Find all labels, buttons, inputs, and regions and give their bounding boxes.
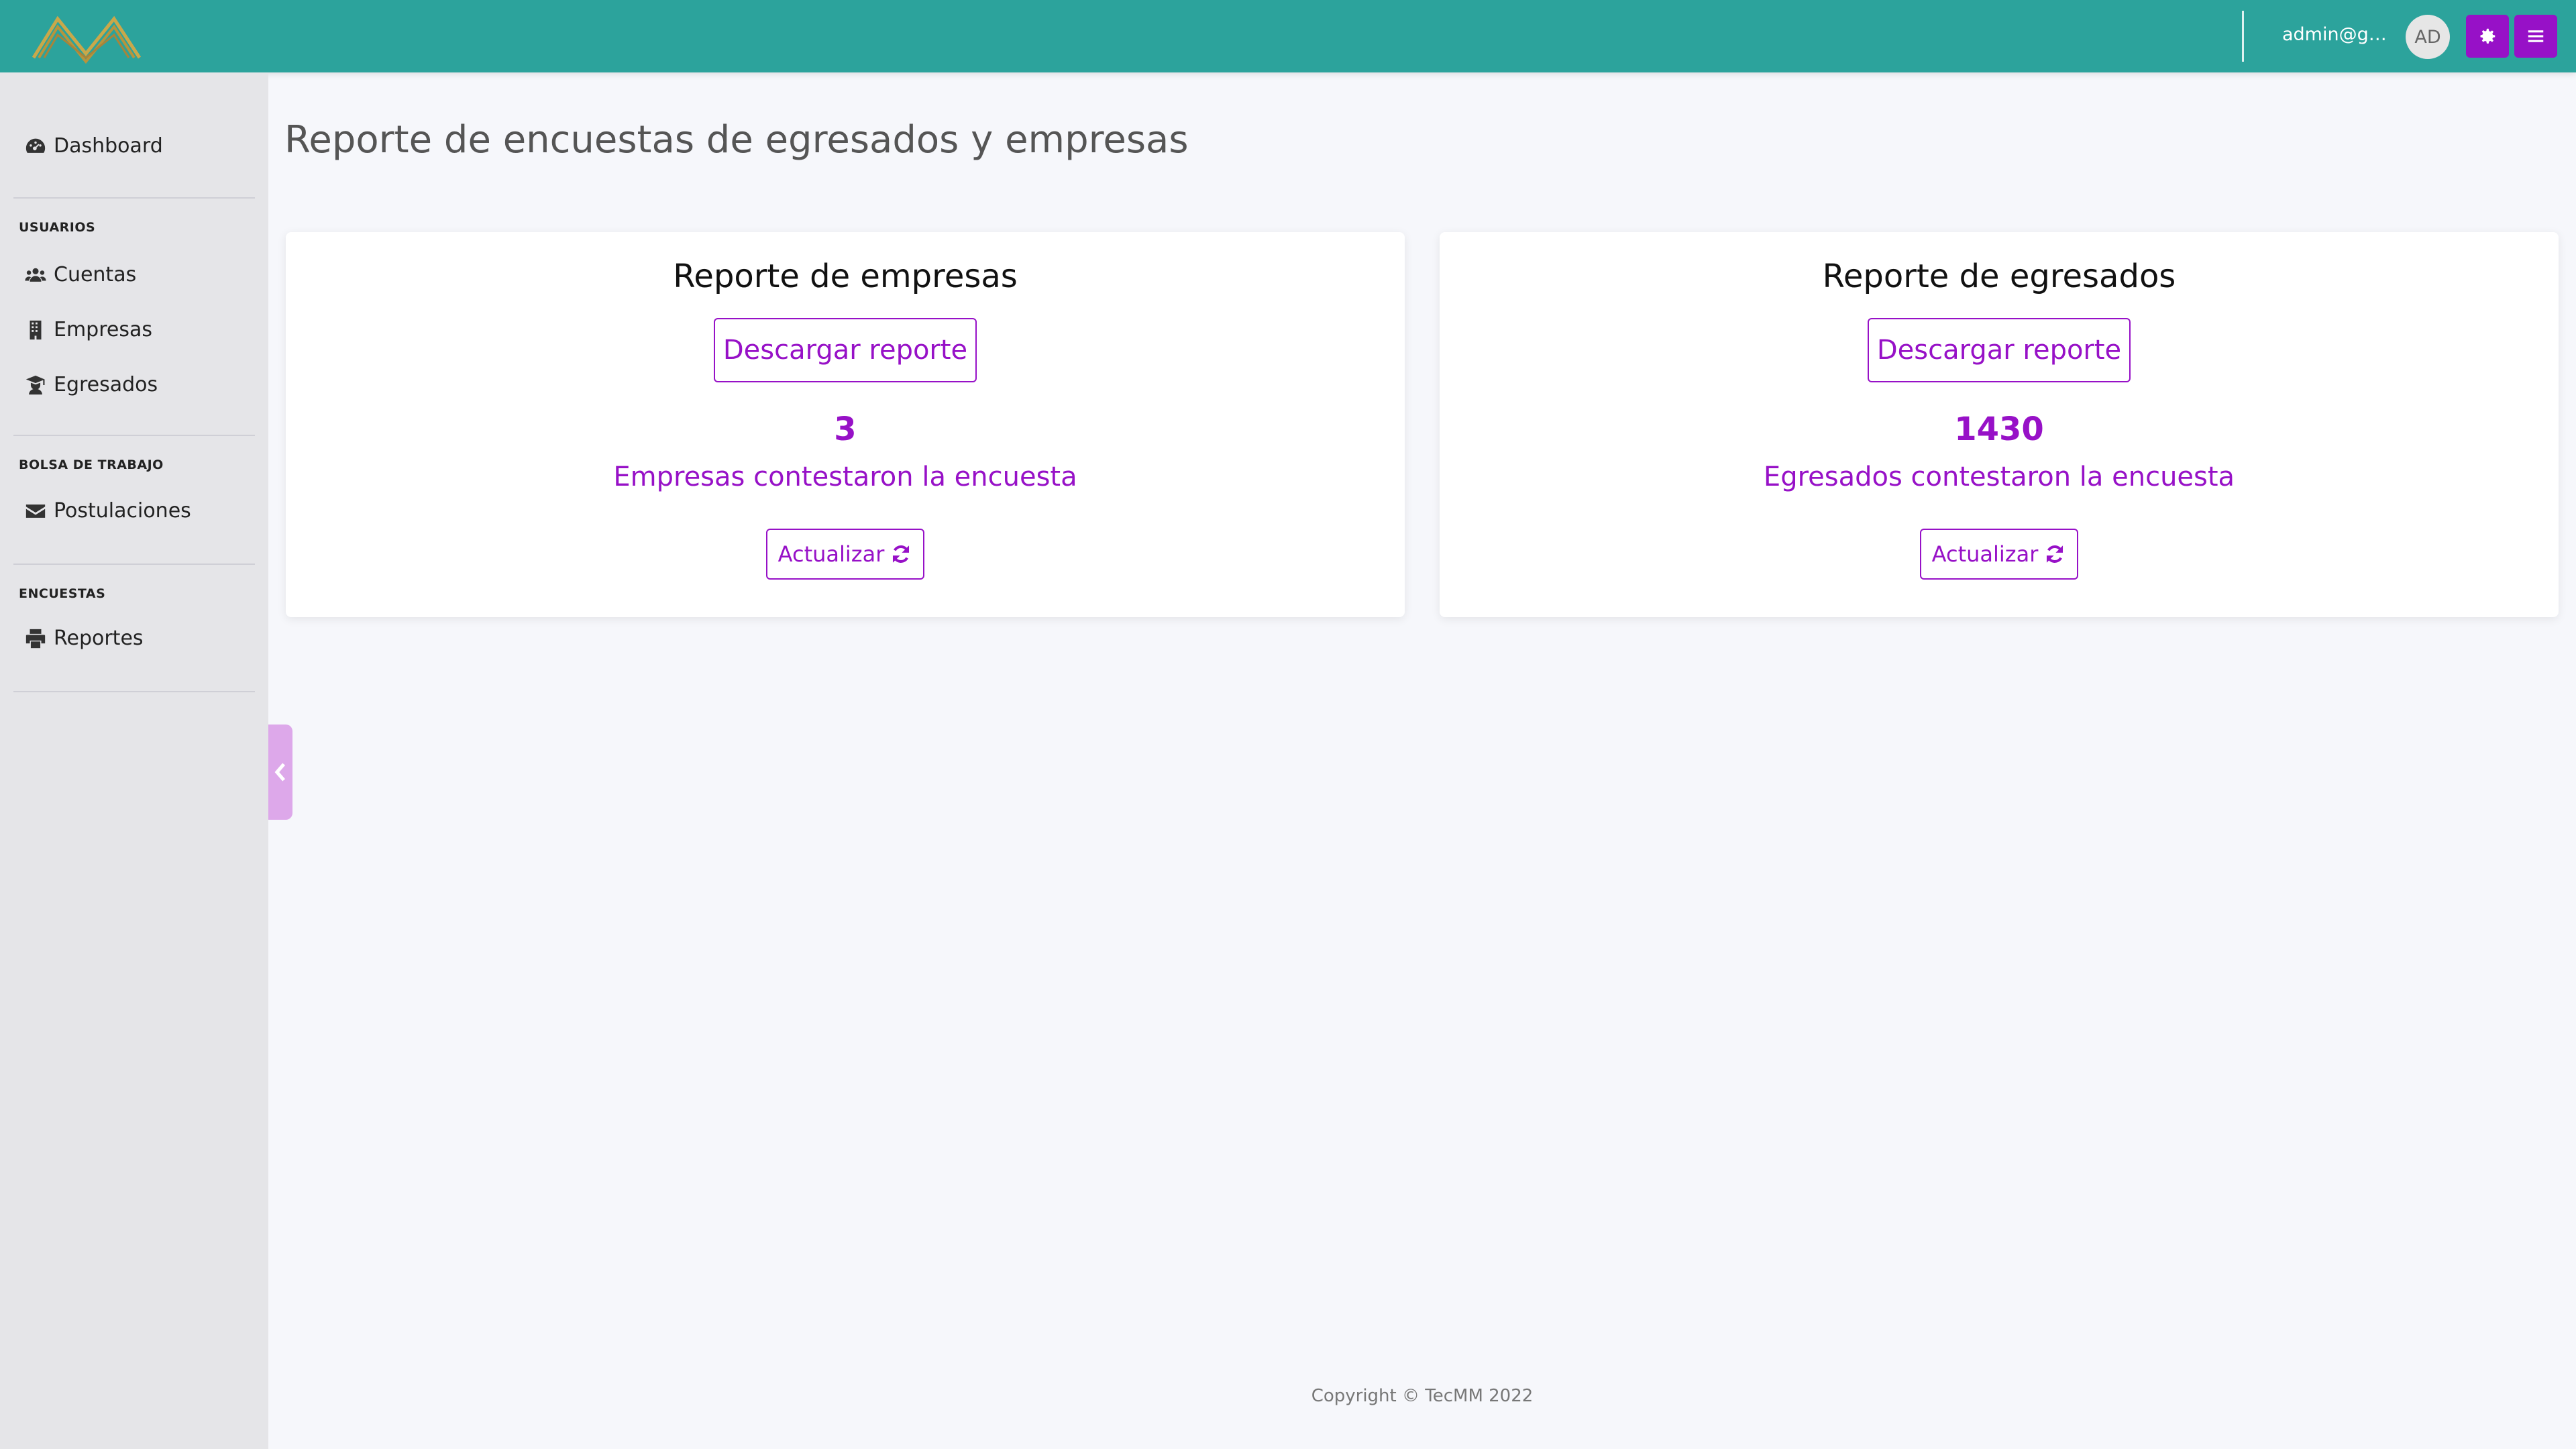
printer-icon bbox=[25, 629, 46, 648]
sidebar: Dashboard USUARIOS Cuentas Empresas Egre… bbox=[0, 72, 268, 1449]
refresh-button[interactable]: Actualizar bbox=[766, 529, 924, 580]
sidebar-divider bbox=[13, 435, 255, 436]
sidebar-collapse-toggle[interactable] bbox=[268, 724, 292, 820]
report-card-egresados: Reporte de egresados Descargar reporte 1… bbox=[1440, 232, 2559, 617]
response-count: 3 bbox=[834, 411, 857, 448]
sidebar-item-label: Postulaciones bbox=[54, 499, 191, 523]
settings-button[interactable] bbox=[2466, 15, 2509, 58]
sidebar-item-label: Reportes bbox=[54, 627, 144, 650]
graduate-icon bbox=[25, 375, 45, 394]
top-navbar: admin@gmai... AD bbox=[0, 0, 2576, 72]
tecmm-logo[interactable] bbox=[30, 7, 144, 64]
refresh-icon bbox=[893, 545, 910, 563]
hamburger-icon bbox=[2528, 30, 2544, 42]
footer-copyright: Copyright © TecMM 2022 bbox=[1311, 1386, 1534, 1406]
refresh-icon bbox=[2047, 545, 2063, 563]
response-count-label: Empresas contestaron la encuesta bbox=[613, 462, 1077, 492]
envelope-icon bbox=[25, 504, 46, 518]
report-card-empresas: Reporte de empresas Descargar reporte 3 … bbox=[286, 232, 1405, 617]
sidebar-divider bbox=[13, 691, 255, 692]
card-title: Reporte de egresados bbox=[1822, 258, 2176, 295]
refresh-button[interactable]: Actualizar bbox=[1920, 529, 2078, 580]
sidebar-section-usuarios: USUARIOS bbox=[19, 220, 96, 235]
sidebar-item-cuentas[interactable]: Cuentas bbox=[24, 263, 136, 286]
response-count-label: Egresados contestaron la encuesta bbox=[1763, 462, 2235, 492]
chevron-left-icon bbox=[274, 763, 286, 782]
sidebar-item-empresas[interactable]: Empresas bbox=[24, 318, 152, 341]
response-count: 1430 bbox=[1954, 411, 2044, 448]
sidebar-item-egresados[interactable]: Egresados bbox=[24, 373, 158, 396]
sidebar-item-reportes[interactable]: Reportes bbox=[24, 627, 144, 650]
refresh-button-label: Actualizar bbox=[777, 541, 885, 567]
sidebar-item-label: Dashboard bbox=[54, 134, 163, 158]
users-icon bbox=[25, 268, 46, 282]
sidebar-item-label: Egresados bbox=[54, 373, 158, 396]
user-email[interactable]: admin@gmai... bbox=[2282, 24, 2403, 45]
download-report-button[interactable]: Descargar reporte bbox=[714, 318, 977, 382]
page-title: Reporte de encuestas de egresados y empr… bbox=[284, 118, 1189, 162]
card-title: Reporte de empresas bbox=[673, 258, 1018, 295]
sidebar-item-dashboard[interactable]: Dashboard bbox=[24, 134, 163, 158]
download-report-button[interactable]: Descargar reporte bbox=[1868, 318, 2131, 382]
sidebar-divider bbox=[13, 197, 255, 199]
sidebar-item-postulaciones[interactable]: Postulaciones bbox=[24, 499, 191, 523]
sidebar-section-bolsa-de-trabajo: BOLSA DE TRABAJO bbox=[19, 458, 164, 472]
sidebar-item-label: Empresas bbox=[54, 318, 152, 341]
sidebar-divider bbox=[13, 564, 255, 565]
avatar[interactable]: AD bbox=[2406, 15, 2450, 59]
sidebar-item-label: Cuentas bbox=[54, 263, 137, 286]
sidebar-section-encuestas: ENCUESTAS bbox=[19, 586, 106, 601]
gear-icon bbox=[2480, 28, 2496, 44]
dashboard-icon bbox=[25, 138, 46, 153]
building-icon bbox=[30, 320, 42, 339]
topbar-divider bbox=[2242, 11, 2244, 62]
menu-button[interactable] bbox=[2514, 15, 2557, 58]
refresh-button-label: Actualizar bbox=[1931, 541, 2039, 567]
